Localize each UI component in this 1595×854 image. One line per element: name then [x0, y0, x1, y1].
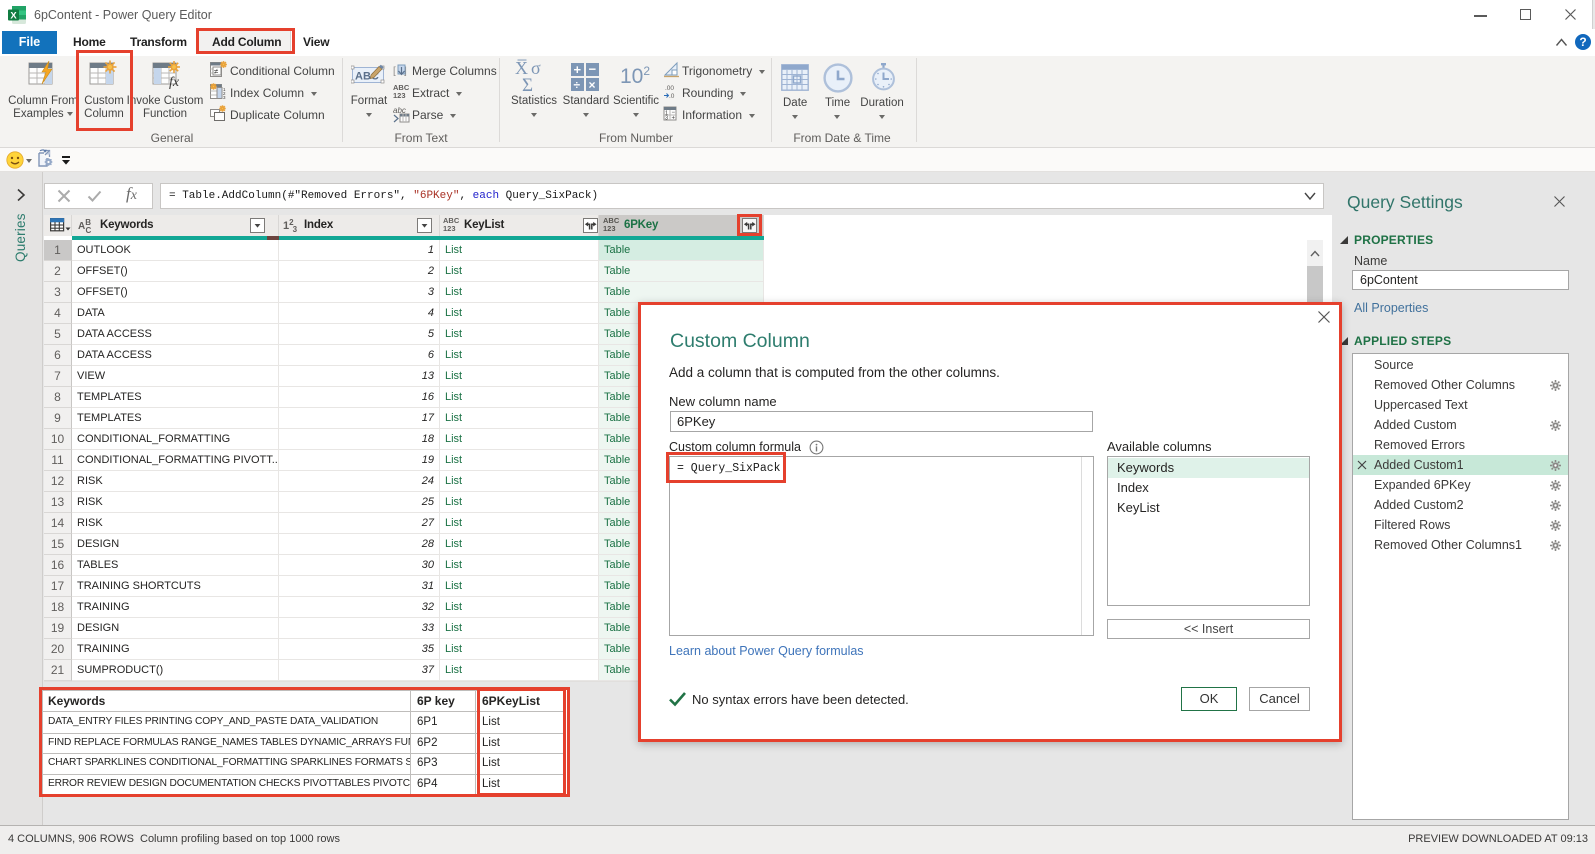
svg-text:[: [: [393, 66, 396, 77]
svg-text:×: ×: [589, 78, 596, 92]
svg-text:≠: ≠: [214, 67, 219, 76]
svg-text:X: X: [10, 10, 17, 21]
svg-text:3: 3: [223, 95, 226, 100]
svg-text:+: +: [672, 116, 676, 122]
svg-text:3: 3: [665, 116, 668, 122]
svg-text:Σ: Σ: [522, 75, 533, 92]
svg-text:.0: .0: [669, 93, 675, 100]
svg-text:.00: .00: [665, 85, 674, 92]
svg-text:fx: fx: [169, 75, 180, 90]
svg-text:÷: ÷: [574, 78, 581, 92]
svg-text:−: −: [589, 62, 597, 77]
svg-text:+: +: [574, 62, 582, 77]
